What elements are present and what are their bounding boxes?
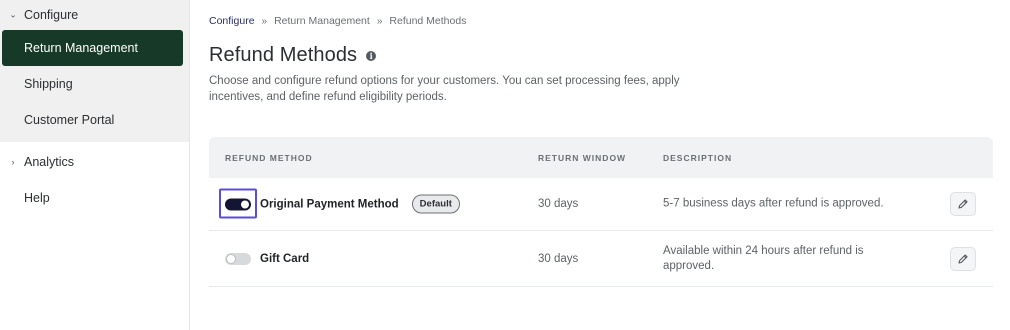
configure-group: ⌄ Configure Return Management Shipping C… bbox=[0, 0, 189, 142]
nav-configure-label: Configure bbox=[24, 8, 79, 22]
header-refund-method: REFUND METHOD bbox=[225, 153, 313, 163]
description-cell: 5-7 business days after refund is approv… bbox=[663, 197, 884, 210]
breadcrumb: Configure » Return Management » Refund M… bbox=[209, 15, 466, 27]
toggle-wrapper bbox=[225, 251, 253, 267]
breadcrumb-current: Refund Methods bbox=[389, 15, 467, 27]
sidebar-item-label: Customer Portal bbox=[24, 113, 115, 127]
method-cell: Gift Card bbox=[225, 251, 309, 267]
breadcrumb-return-management[interactable]: Return Management bbox=[274, 15, 370, 27]
nav-help[interactable]: Help bbox=[0, 180, 189, 216]
header-description: DESCRIPTION bbox=[663, 153, 733, 163]
sidebar-item-label: Return Management bbox=[24, 41, 138, 55]
chevron-right-icon: › bbox=[11, 157, 15, 167]
refund-methods-table: REFUND METHOD RETURN WINDOW DESCRIPTION … bbox=[209, 137, 993, 287]
breadcrumb-configure[interactable]: Configure bbox=[209, 15, 255, 27]
chevron-down-icon: ⌄ bbox=[9, 9, 17, 20]
nav-configure[interactable]: ⌄ Configure bbox=[0, 0, 189, 30]
edit-button[interactable] bbox=[950, 192, 976, 216]
table-header: REFUND METHOD RETURN WINDOW DESCRIPTION bbox=[209, 137, 993, 178]
breadcrumb-separator: » bbox=[261, 15, 268, 27]
secondary-nav: › Analytics Help bbox=[0, 142, 189, 216]
pencil-icon bbox=[958, 199, 968, 209]
page-title-row: Refund Methods i bbox=[209, 44, 377, 67]
breadcrumb-separator: » bbox=[376, 15, 383, 27]
edit-button[interactable] bbox=[950, 246, 976, 271]
description-cell: Available within 24 hours after refund i… bbox=[663, 244, 864, 272]
gift-card-toggle[interactable] bbox=[225, 252, 251, 265]
sidebar-item-shipping[interactable]: Shipping bbox=[0, 66, 189, 102]
return-window-cell: 30 days bbox=[538, 198, 579, 210]
default-badge: Default bbox=[411, 194, 460, 214]
app: ⌄ Configure Return Management Shipping C… bbox=[0, 0, 1010, 330]
method-name: Gift Card bbox=[260, 252, 310, 265]
toggle-knob bbox=[241, 200, 249, 208]
nav-analytics[interactable]: › Analytics bbox=[0, 144, 189, 180]
sidebar-item-label: Shipping bbox=[24, 77, 73, 91]
toggle-knob bbox=[227, 254, 235, 263]
info-icon[interactable]: i bbox=[366, 50, 377, 61]
method-name: Original Payment Method bbox=[260, 198, 399, 210]
table-row: Gift Card 30 days Available within 24 ho… bbox=[209, 231, 993, 287]
return-window-cell: 30 days bbox=[538, 252, 579, 265]
nav-analytics-label: Analytics bbox=[24, 155, 75, 169]
pencil-icon bbox=[958, 253, 968, 264]
nav-help-label: Help bbox=[24, 191, 50, 205]
header-return-window: RETURN WINDOW bbox=[538, 153, 627, 163]
page-description: Choose and configure refund options for … bbox=[209, 75, 680, 103]
method-cell: Original Payment Method Default bbox=[219, 188, 460, 218]
page-title: Refund Methods bbox=[209, 44, 358, 66]
sidebar-item-customer-portal[interactable]: Customer Portal bbox=[0, 102, 189, 138]
toggle-wrapper bbox=[219, 188, 257, 218]
table-row: Original Payment Method Default 30 days … bbox=[209, 178, 993, 231]
main-content: Configure » Return Management » Refund M… bbox=[209, 0, 1010, 330]
original-payment-toggle[interactable] bbox=[225, 198, 251, 210]
sidebar: ⌄ Configure Return Management Shipping C… bbox=[0, 0, 190, 330]
sidebar-item-return-management[interactable]: Return Management bbox=[2, 30, 183, 66]
